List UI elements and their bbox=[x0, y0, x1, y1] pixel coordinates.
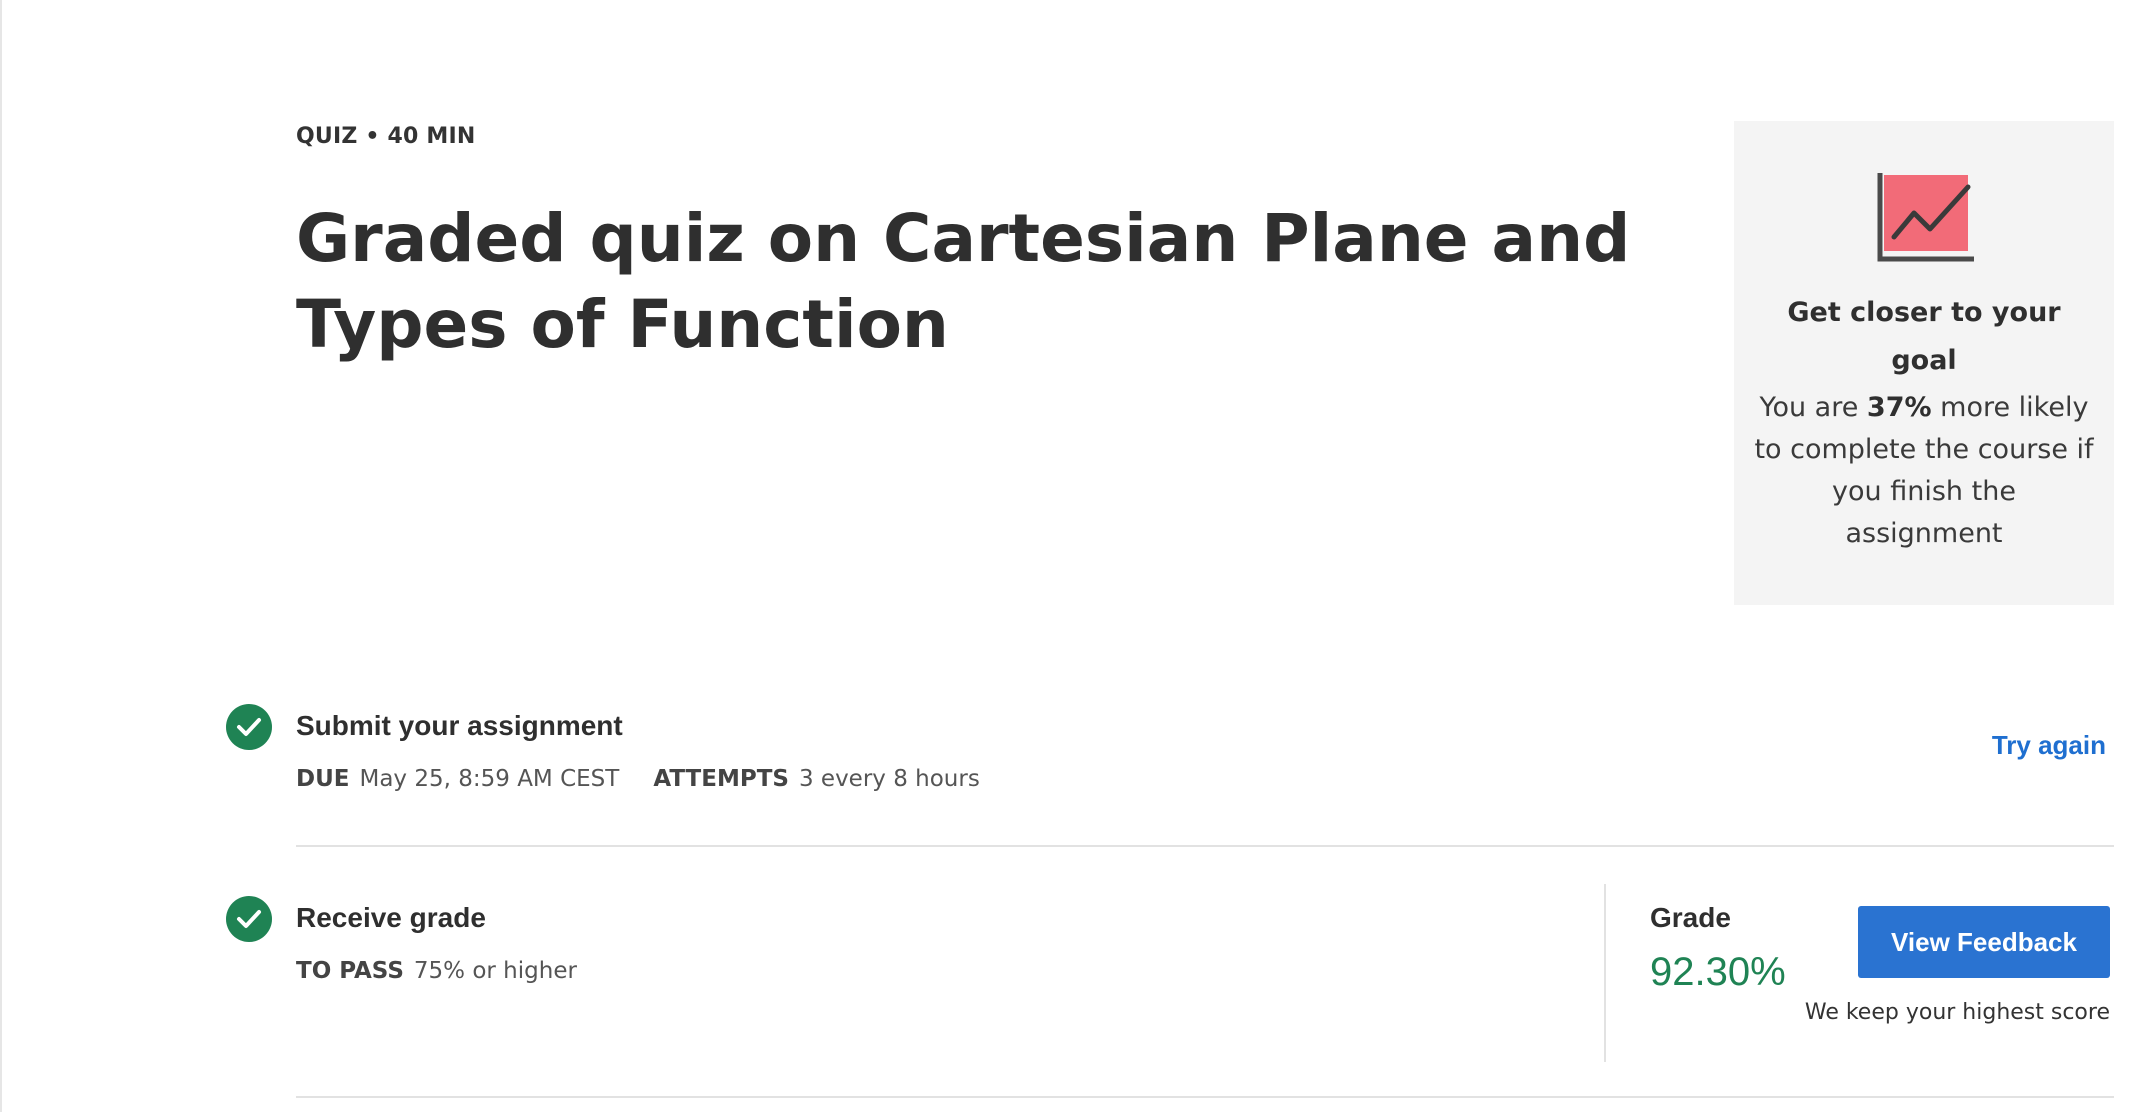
submit-step-meta: DUE May 25, 8:59 AM CEST ATTEMPTS 3 every 8… bbox=[296, 766, 980, 792]
section-divider bbox=[296, 845, 2114, 847]
trend-chart-icon bbox=[1876, 171, 1976, 265]
receive-step-title: Receive grade bbox=[296, 902, 486, 933]
attempts-value: 3 every 8 hours bbox=[798, 766, 980, 792]
checkmark-circle-icon bbox=[226, 704, 272, 750]
due-label: DUE bbox=[296, 766, 350, 792]
page-title: Graded quiz on Cartesian Plane and Types… bbox=[296, 200, 1631, 363]
receive-step-meta: TO PASS 75% or higher bbox=[296, 958, 577, 984]
goal-card: Get closer to your goal You are 37% more… bbox=[1734, 121, 2114, 605]
grade-value: 92.30% bbox=[1650, 950, 1786, 994]
due-value: May 25, 8:59 AM CEST bbox=[359, 766, 620, 792]
highest-score-note: We keep your highest score bbox=[1804, 1000, 2110, 1025]
grade-label: Grade bbox=[1650, 902, 1731, 933]
goal-text-prefix: You are bbox=[1759, 392, 1867, 423]
attempts-label: ATTEMPTS bbox=[653, 766, 789, 792]
grade-divider bbox=[1604, 884, 1606, 1062]
checkmark-circle-icon bbox=[226, 896, 272, 942]
section-divider bbox=[296, 1096, 2114, 1098]
to-pass-label: TO PASS bbox=[296, 958, 404, 984]
goal-description: You are 37% more likely to complete the … bbox=[1754, 387, 2094, 555]
goal-heading: Get closer to your goal bbox=[1787, 297, 2061, 376]
goal-percent: 37% bbox=[1866, 392, 1932, 423]
submit-step-title: Submit your assignment bbox=[296, 710, 623, 741]
try-again-link[interactable]: Try again bbox=[1992, 730, 2106, 761]
item-meta: QUIZ • 40 MIN bbox=[296, 124, 476, 149]
view-feedback-button[interactable]: View Feedback bbox=[1858, 906, 2110, 978]
page-left-border bbox=[0, 0, 2, 1112]
to-pass-value: 75% or higher bbox=[413, 958, 577, 984]
